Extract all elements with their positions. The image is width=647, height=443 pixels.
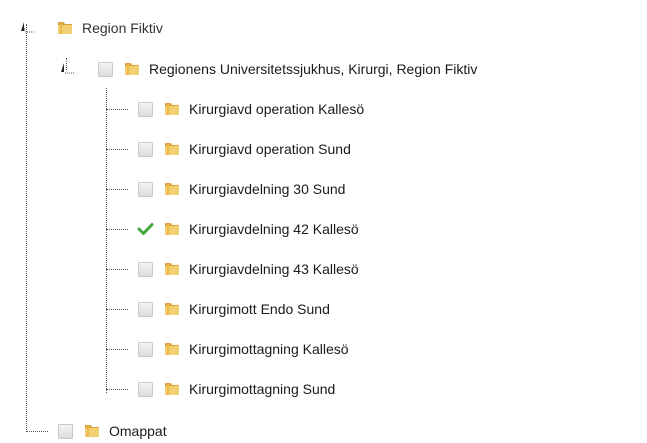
tree-guide-line: [106, 309, 128, 310]
checkbox-icon[interactable]: [58, 423, 73, 439]
tree-node-leaf[interactable]: Kirurgiavd operation Sund: [138, 137, 351, 161]
tree-node-leaf[interactable]: Kirurgimottagning Sund: [138, 377, 335, 401]
folder-icon: [123, 59, 149, 80]
node-label[interactable]: Kirurgiavdelning 42 Kallesö: [189, 220, 359, 238]
folder-icon: [56, 18, 82, 39]
tree-guide-line: [106, 109, 128, 110]
tree-guide-line: [106, 269, 128, 270]
checkmark-icon: [137, 222, 154, 235]
collapse-arrow-icon[interactable]: [18, 20, 36, 36]
tree-guide-line: [106, 88, 107, 393]
folder-icon: [163, 219, 189, 240]
node-label[interactable]: Kirurgiavd operation Kallesö: [189, 100, 364, 118]
tree-node-leaf[interactable]: Kirurgiavdelning 30 Sund: [138, 177, 345, 201]
node-label[interactable]: Omappat: [109, 422, 167, 440]
node-label[interactable]: Regionens Universitetssjukhus, Kirurgi, …: [149, 60, 477, 78]
checkbox-icon[interactable]: [138, 141, 153, 157]
folder-icon: [163, 299, 189, 320]
tree-node-leaf[interactable]: Kirurgimottagning Kallesö: [138, 337, 349, 361]
tree-node-region-fiktiv[interactable]: Region Fiktiv: [18, 16, 163, 40]
tree-node-leaf[interactable]: Kirurgiavdelning 43 Kallesö: [138, 257, 359, 281]
organization-tree: Region Fiktiv Regionens Universitetssjuk…: [0, 0, 647, 442]
folder-icon: [163, 259, 189, 280]
tree-guide-line: [106, 349, 128, 350]
folder-icon: [83, 421, 109, 442]
node-label[interactable]: Kirurgimottagning Sund: [189, 380, 335, 398]
checkbox-icon[interactable]: [138, 341, 153, 357]
collapse-arrow-icon[interactable]: [58, 61, 76, 77]
tree-guide-line: [26, 24, 27, 432]
checkbox-icon[interactable]: [138, 381, 153, 397]
checkbox-icon[interactable]: [98, 61, 113, 77]
tree-node-leaf-selected[interactable]: Kirurgiavdelning 42 Kallesö: [137, 217, 359, 241]
node-label[interactable]: Kirurgiavd operation Sund: [189, 140, 351, 158]
checkbox-icon[interactable]: [137, 221, 154, 237]
checkbox-icon[interactable]: [138, 301, 153, 317]
checkbox-icon[interactable]: [138, 101, 153, 117]
tree-node-omappat[interactable]: Omappat: [58, 419, 167, 443]
tree-node-leaf[interactable]: Kirurgiavd operation Kallesö: [138, 97, 364, 121]
folder-icon: [163, 99, 189, 120]
tree-node-leaf[interactable]: Kirurgimott Endo Sund: [138, 297, 330, 321]
node-label[interactable]: Kirurgiavdelning 30 Sund: [189, 180, 345, 198]
tree-guide-line: [106, 229, 128, 230]
node-label[interactable]: Region Fiktiv: [82, 19, 163, 37]
folder-icon: [163, 379, 189, 400]
node-label[interactable]: Kirurgimott Endo Sund: [189, 300, 330, 318]
tree-guide-line: [106, 189, 128, 190]
folder-icon: [163, 179, 189, 200]
tree-node-regionens-universitetssjukhus[interactable]: Regionens Universitetssjukhus, Kirurgi, …: [58, 57, 477, 81]
tree-guide-line: [106, 389, 128, 390]
checkbox-icon[interactable]: [138, 181, 153, 197]
folder-icon: [163, 139, 189, 160]
node-label[interactable]: Kirurgiavdelning 43 Kallesö: [189, 260, 359, 278]
node-label[interactable]: Kirurgimottagning Kallesö: [189, 340, 349, 358]
tree-guide-line: [26, 431, 48, 432]
checkbox-icon[interactable]: [138, 261, 153, 277]
folder-icon: [163, 339, 189, 360]
tree-guide-line: [106, 149, 128, 150]
